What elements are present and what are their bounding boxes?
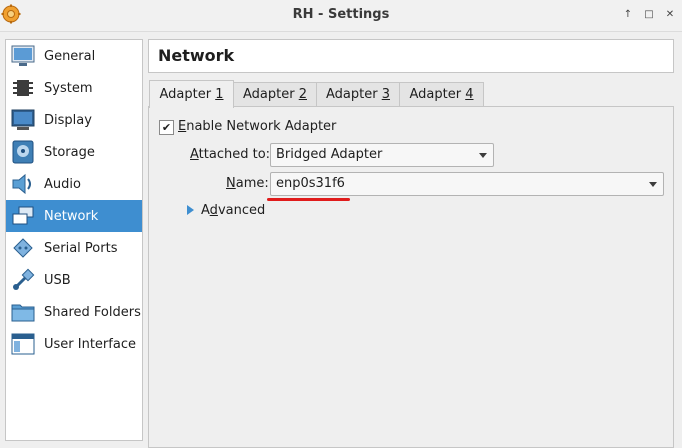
settings-sidebar: General System Display Storage Audio Net… [5, 39, 143, 441]
enable-adapter-mnemonic: E [178, 119, 187, 134]
advanced-toggle[interactable]: Advanced [201, 203, 265, 218]
tab-mnemonic: 1 [215, 87, 224, 102]
name-value: enp0s31f6 [276, 176, 345, 191]
sidebar-item-storage[interactable]: Storage [6, 136, 142, 168]
sidebar-item-label: Shared Folders [44, 304, 141, 320]
attached-to-text: ttached to: [198, 147, 271, 162]
disk-icon [9, 138, 37, 166]
chevron-down-icon [649, 182, 657, 187]
attached-to-select[interactable]: Bridged Adapter [270, 143, 494, 167]
attached-to-value: Bridged Adapter [276, 147, 383, 162]
network-icon [9, 202, 37, 230]
sidebar-item-label: Serial Ports [44, 240, 118, 256]
sidebar-item-label: Storage [44, 144, 95, 160]
tab-adapter-3[interactable]: Adapter 3 [316, 82, 400, 107]
window-icon [9, 330, 37, 358]
enable-adapter-text: nable Network Adapter [186, 119, 337, 134]
name-text: ame: [235, 176, 269, 191]
tab-adapter-2[interactable]: Adapter 2 [233, 82, 317, 107]
tab-mnemonic: 4 [465, 87, 474, 102]
tab-label: Adapter [326, 87, 382, 102]
sidebar-item-general[interactable]: General [6, 40, 142, 72]
name-select[interactable]: enp0s31f6 [270, 172, 664, 196]
sidebar-item-label: Audio [44, 176, 81, 192]
chevron-down-icon [479, 153, 487, 158]
sidebar-item-label: Display [44, 112, 92, 128]
name-label: Name: [226, 176, 269, 191]
tab-adapter-1[interactable]: Adapter 1 [149, 80, 234, 108]
title-bar: RH - Settings ↑ □ ✕ [0, 0, 682, 32]
page-header: Network [148, 39, 674, 73]
enable-adapter-label[interactable]: Enable Network Adapter [178, 119, 336, 134]
tab-adapter-4[interactable]: Adapter 4 [399, 82, 484, 107]
sidebar-item-label: USB [44, 272, 71, 288]
tab-label: Adapter [243, 87, 299, 102]
highlight-underline [267, 198, 350, 201]
sidebar-item-shared-folders[interactable]: Shared Folders [6, 296, 142, 328]
attached-to-label: Attached to: [190, 147, 270, 162]
sidebar-item-system[interactable]: System [6, 72, 142, 104]
tab-label: Adapter [409, 87, 466, 102]
sidebar-item-serial-ports[interactable]: Serial Ports [6, 232, 142, 264]
advanced-prefix: A [201, 203, 210, 218]
window-title: RH - Settings [292, 7, 390, 22]
page-title: Network [158, 46, 235, 65]
system-chip-icon [9, 74, 37, 102]
general-icon [9, 42, 37, 70]
serial-port-icon [9, 234, 37, 262]
enable-adapter-checkbox[interactable]: ✔ [159, 120, 174, 135]
sidebar-item-usb[interactable]: USB [6, 264, 142, 296]
advanced-mnemonic: d [209, 203, 218, 218]
sidebar-item-label: Network [44, 208, 99, 224]
close-icon[interactable]: ✕ [662, 7, 678, 23]
name-mnemonic: N [226, 176, 236, 191]
sidebar-item-display[interactable]: Display [6, 104, 142, 136]
advanced-text: vanced [217, 203, 266, 218]
sidebar-item-user-interface[interactable]: User Interface [6, 328, 142, 360]
expand-arrow-icon[interactable] [187, 205, 194, 215]
maximize-icon[interactable]: □ [641, 7, 657, 23]
tab-mnemonic: 2 [298, 87, 307, 102]
sidebar-item-label: User Interface [44, 336, 136, 352]
speaker-icon [9, 170, 37, 198]
sidebar-item-label: General [44, 48, 96, 64]
tab-mnemonic: 3 [381, 87, 390, 102]
usb-icon [9, 266, 37, 294]
monitor-icon [9, 106, 37, 134]
keep-above-icon[interactable]: ↑ [620, 7, 636, 23]
tab-label: Adapter [159, 87, 216, 102]
sidebar-item-label: System [44, 80, 93, 96]
folder-icon [9, 298, 37, 326]
sidebar-item-network[interactable]: Network [6, 200, 142, 232]
attached-to-mnemonic: A [190, 147, 199, 162]
sidebar-item-audio[interactable]: Audio [6, 168, 142, 200]
